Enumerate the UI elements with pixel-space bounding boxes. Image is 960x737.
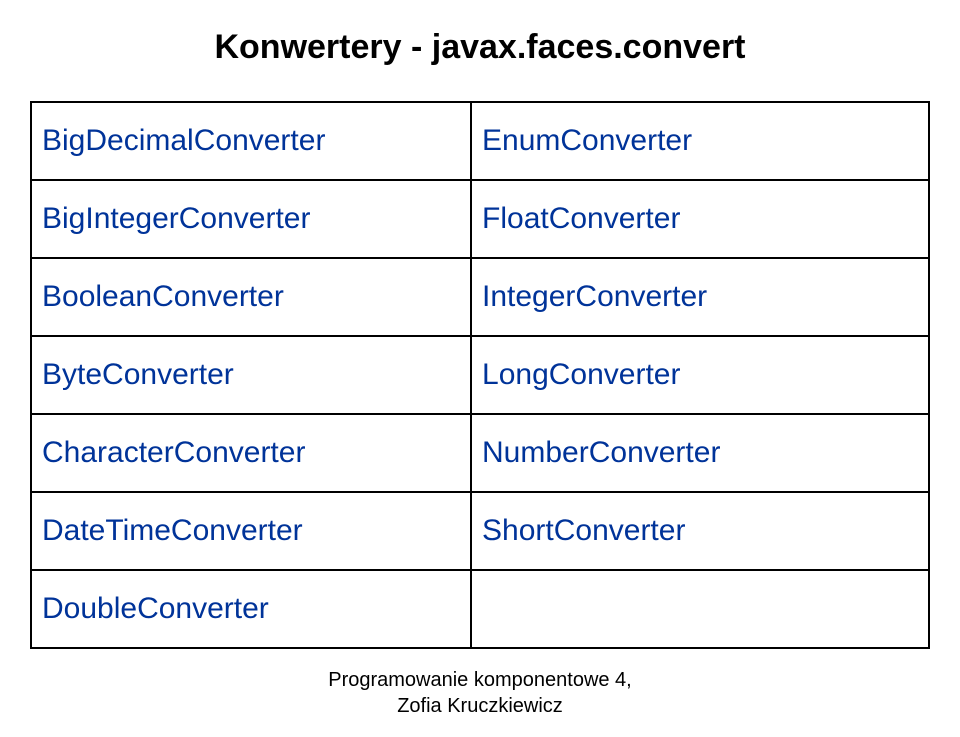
cell-left: DoubleConverter [31, 570, 471, 648]
cell-left: ByteConverter [31, 336, 471, 414]
cell-left: BigIntegerConverter [31, 180, 471, 258]
cell-left: CharacterConverter [31, 414, 471, 492]
page-footer: Programowanie komponentowe 4, Zofia Kruc… [0, 667, 960, 719]
cell-right: ShortConverter [471, 492, 929, 570]
cell-left: BooleanConverter [31, 258, 471, 336]
table-row: ByteConverter LongConverter [31, 336, 929, 414]
cell-right: NumberConverter [471, 414, 929, 492]
table-row: BigDecimalConverter EnumConverter [31, 102, 929, 180]
cell-left: BigDecimalConverter [31, 102, 471, 180]
footer-line-2: Zofia Kruczkiewicz [0, 693, 960, 719]
table-row: BooleanConverter IntegerConverter [31, 258, 929, 336]
table-row: DateTimeConverter ShortConverter [31, 492, 929, 570]
table-row: BigIntegerConverter FloatConverter [31, 180, 929, 258]
cell-left: DateTimeConverter [31, 492, 471, 570]
table-row: CharacterConverter NumberConverter [31, 414, 929, 492]
page-title: Konwertery - javax.faces.convert [30, 28, 930, 67]
cell-right: IntegerConverter [471, 258, 929, 336]
table-row: DoubleConverter [31, 570, 929, 648]
cell-right: EnumConverter [471, 102, 929, 180]
converter-table: BigDecimalConverter EnumConverter BigInt… [30, 101, 930, 649]
footer-line-1: Programowanie komponentowe 4, [0, 667, 960, 693]
cell-right [471, 570, 929, 648]
cell-right: FloatConverter [471, 180, 929, 258]
cell-right: LongConverter [471, 336, 929, 414]
